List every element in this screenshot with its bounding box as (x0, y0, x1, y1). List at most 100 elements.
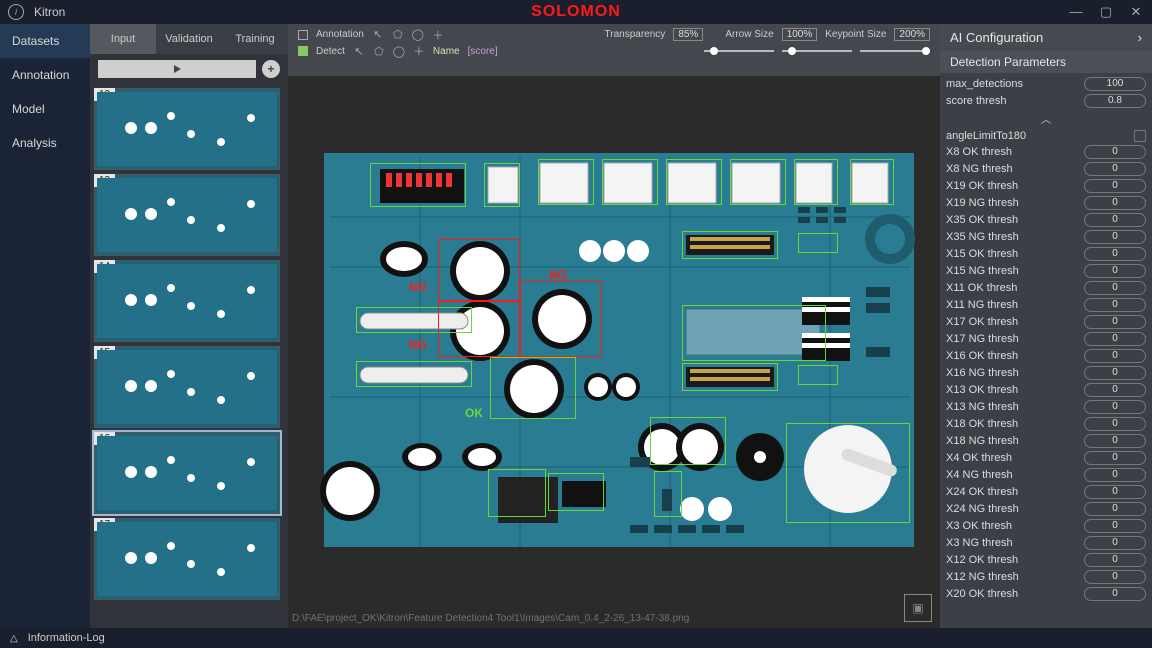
param-value[interactable]: 0 (1084, 349, 1146, 363)
param-value[interactable]: 0 (1084, 315, 1146, 329)
thumbnail-item[interactable]: 15 (94, 346, 284, 428)
slider-2[interactable] (782, 50, 852, 52)
param-value[interactable]: 0 (1084, 145, 1146, 159)
circle-tool-icon[interactable]: ◯ (412, 29, 424, 41)
ok-detection-box (548, 473, 604, 511)
name-toggle[interactable]: Name (433, 46, 460, 57)
detect-label: Detect (316, 46, 345, 57)
thumbnail-item[interactable]: 12 (94, 88, 284, 170)
ok-detection-box (798, 365, 838, 385)
expand-log-icon[interactable]: △ (10, 633, 18, 644)
polygon-tool-icon-2[interactable]: ⬠ (373, 45, 385, 57)
param-value[interactable]: 100 (1084, 77, 1146, 91)
param-label: X3 OK thresh (946, 520, 1012, 532)
param-value[interactable]: 0 (1084, 502, 1146, 516)
param-row: X35 OK thresh0 (946, 211, 1146, 228)
ok-detection-box (484, 163, 520, 207)
annotation-checkbox[interactable] (298, 30, 308, 40)
param-value[interactable]: 0 (1084, 366, 1146, 380)
thumbnail-item[interactable]: 14 (94, 260, 284, 342)
fit-zoom-icon[interactable]: ▣ (904, 594, 932, 622)
chevron-right-icon[interactable]: › (1138, 30, 1142, 45)
param-row: X13 NG thresh 0 (946, 398, 1146, 415)
param-value[interactable]: 0.8 (1084, 94, 1146, 108)
angle-checkbox[interactable] (1134, 130, 1146, 142)
nav-datasets[interactable]: Datasets (0, 24, 90, 58)
detection-label: OK (465, 406, 483, 420)
circle-tool-icon-2[interactable]: ◯ (393, 45, 405, 57)
param-value[interactable]: 0 (1084, 213, 1146, 227)
thumbnail-item[interactable]: 16 (94, 432, 284, 514)
nav-annotation[interactable]: Annotation (0, 58, 90, 92)
slider-3[interactable] (860, 50, 930, 52)
center-canvas-area: Annotation ↖ ⬠ ◯ ＋ Transparency 85% Arro… (288, 24, 940, 628)
param-label: X8 OK thresh (946, 146, 1012, 158)
add-button[interactable]: + (262, 60, 280, 78)
param-row: X24 NG thresh0 (946, 500, 1146, 517)
thumbnail-item[interactable]: 13 (94, 174, 284, 256)
minimize-icon[interactable]: — (1068, 4, 1084, 20)
param-label: score thresh (946, 95, 1007, 107)
param-value[interactable]: 0 (1084, 400, 1146, 414)
param-label: X4 OK thresh (946, 452, 1012, 464)
param-value[interactable]: 0 (1084, 162, 1146, 176)
window-controls: — ▢ ✕ (1068, 4, 1144, 20)
information-log-label[interactable]: Information-Log (28, 632, 105, 644)
param-value[interactable]: 0 (1084, 570, 1146, 584)
collapse-icon[interactable]: ︿ (946, 109, 1146, 128)
ok-detection-box (370, 163, 466, 207)
keypoint-size-value[interactable]: 200% (894, 28, 930, 41)
canvas-viewport[interactable]: NGNGNGOK (288, 76, 940, 628)
param-value[interactable]: 0 (1084, 485, 1146, 499)
param-value[interactable]: 0 (1084, 587, 1146, 601)
param-value[interactable]: 0 (1084, 247, 1146, 261)
arrow-tool-icon[interactable]: ↖ (372, 29, 384, 41)
param-value[interactable]: 0 (1084, 383, 1146, 397)
ok-detection-box (798, 233, 838, 253)
ok-detection-box: OK (490, 357, 576, 419)
tab-training[interactable]: Training (222, 24, 288, 54)
param-value[interactable]: 0 (1084, 519, 1146, 533)
param-value[interactable]: 0 (1084, 179, 1146, 193)
keypoint-size-label: Keypoint Size (825, 29, 886, 40)
param-label: X13 NG thresh (946, 401, 1019, 413)
add-tool-icon[interactable]: ＋ (432, 29, 444, 41)
maximize-icon[interactable]: ▢ (1098, 4, 1114, 20)
param-value[interactable]: 0 (1084, 553, 1146, 567)
param-value[interactable]: 0 (1084, 451, 1146, 465)
param-value[interactable]: 0 (1084, 264, 1146, 278)
param-row: X24 OK thresh0 (946, 483, 1146, 500)
thumbnail-list[interactable]: 121314151617 (90, 84, 288, 628)
detection-label: NG (409, 280, 427, 294)
param-value[interactable]: 0 (1084, 298, 1146, 312)
param-value[interactable]: 0 (1084, 417, 1146, 431)
param-value[interactable]: 0 (1084, 536, 1146, 550)
param-value[interactable]: 0 (1084, 332, 1146, 346)
ng-detection-box: NG (520, 281, 602, 357)
param-value[interactable]: 0 (1084, 468, 1146, 482)
param-row: X35 NG thresh0 (946, 228, 1146, 245)
thumbnail-item[interactable]: 17 (94, 518, 284, 600)
add-tool-icon-2[interactable]: ＋ (413, 45, 425, 57)
param-value[interactable]: 0 (1084, 434, 1146, 448)
param-value[interactable]: 0 (1084, 230, 1146, 244)
slider-1[interactable] (704, 50, 774, 52)
tab-input[interactable]: Input (90, 24, 156, 54)
transparency-value[interactable]: 85% (673, 28, 703, 41)
arrow-tool-icon-2[interactable]: ↖ (353, 45, 365, 57)
tab-validation[interactable]: Validation (156, 24, 222, 54)
close-icon[interactable]: ✕ (1128, 4, 1144, 20)
param-value[interactable]: 0 (1084, 196, 1146, 210)
polygon-tool-icon[interactable]: ⬠ (392, 29, 404, 41)
arrow-size-value[interactable]: 100% (782, 28, 818, 41)
detect-checkbox[interactable] (298, 46, 308, 56)
ai-config-body[interactable]: max_detections100score thresh0.8︿angleLi… (940, 73, 1152, 628)
nav-model[interactable]: Model (0, 92, 90, 126)
param-label: X19 NG thresh (946, 197, 1019, 209)
info-icon[interactable]: i (8, 4, 24, 20)
play-button[interactable] (98, 60, 256, 78)
score-toggle[interactable]: [score] (468, 46, 498, 57)
nav-analysis[interactable]: Analysis (0, 126, 90, 160)
param-value[interactable]: 0 (1084, 281, 1146, 295)
param-row: X8 NG thresh0 (946, 160, 1146, 177)
